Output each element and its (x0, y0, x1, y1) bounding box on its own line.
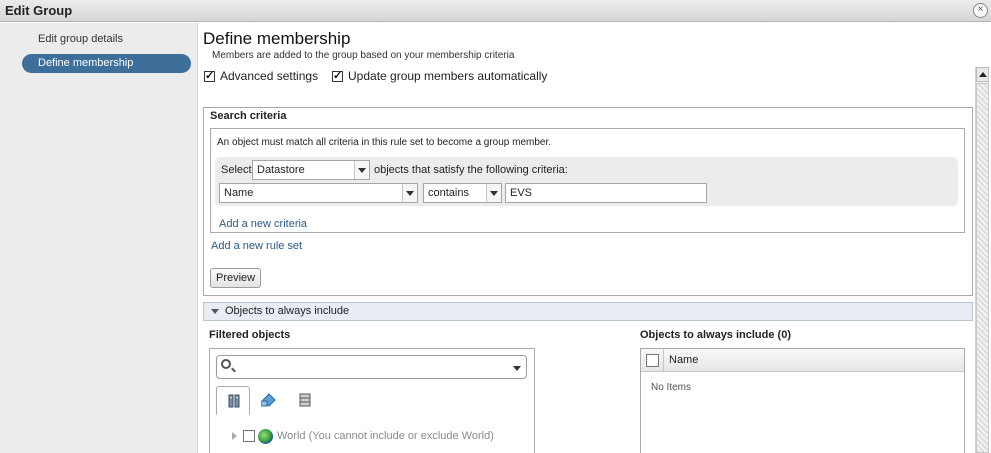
advanced-settings-checkbox[interactable] (204, 69, 215, 82)
collapse-icon[interactable] (211, 309, 219, 314)
network-icon (261, 393, 276, 407)
host-icon (228, 394, 240, 408)
criteria-field-value: Name (224, 187, 254, 199)
criteria-operator-select[interactable]: contains (423, 183, 502, 203)
preview-button[interactable]: Preview (210, 268, 262, 288)
close-icon[interactable]: × (973, 3, 988, 18)
vertical-scrollbar[interactable] (975, 67, 989, 453)
chevron-down-icon[interactable] (402, 184, 417, 202)
main-content: Define membership Members are added to t… (198, 23, 991, 453)
advanced-settings-label: Advanced settings (220, 69, 319, 83)
filtered-objects-box: World (You cannot include or exclude Wor… (209, 348, 535, 453)
always-include-grid: Name No Items (640, 348, 965, 453)
column-divider (663, 349, 664, 372)
filtered-objects-title: Filtered objects (209, 329, 291, 341)
always-include-title: Objects to always include (0) (640, 329, 791, 341)
chevron-down-icon[interactable] (486, 184, 501, 202)
scroll-thumb[interactable] (976, 83, 989, 453)
select-all-checkbox[interactable] (646, 354, 659, 367)
criteria-operator-value: contains (428, 187, 469, 199)
tab-hosts[interactable] (216, 386, 250, 415)
object-type-value: Datastore (257, 164, 305, 176)
sidebar: Edit group details Define membership (0, 23, 198, 453)
tree-item-checkbox[interactable] (243, 430, 255, 442)
criteria-field-select[interactable]: Name (219, 183, 418, 203)
objects-section-header[interactable]: Objects to always include (203, 302, 973, 321)
grid-header: Name (641, 349, 964, 372)
update-automatically-label: Update group members automatically (348, 69, 548, 83)
datastore-icon (299, 393, 311, 407)
page-subtitle: Members are added to the group based on … (212, 50, 515, 61)
objects-section-title: Objects to always include (225, 305, 350, 317)
rule-set-description: An object must match all criteria in thi… (217, 137, 552, 148)
rule-set-box: An object must match all criteria in thi… (210, 128, 965, 233)
tree-item-world[interactable]: World (You cannot include or exclude Wor… (232, 428, 494, 444)
page-title: Define membership (203, 29, 351, 48)
criteria-row: Select Datastore objects that satisfy th… (215, 157, 958, 206)
update-automatically-checkbox-row[interactable]: Update group members automatically (332, 69, 547, 83)
sidebar-item-define-membership[interactable]: Define membership (22, 54, 191, 73)
tab-networks[interactable] (252, 386, 286, 415)
tree-item-label: World (You cannot include or exclude Wor… (277, 430, 494, 442)
object-type-select[interactable]: Datastore (252, 160, 370, 180)
tab-datastores[interactable] (288, 386, 322, 415)
name-column-header[interactable]: Name (669, 354, 698, 366)
globe-icon (258, 428, 273, 444)
select-label: Select (221, 164, 252, 176)
search-icon (221, 359, 231, 369)
add-criteria-link[interactable]: Add a new criteria (219, 218, 307, 230)
expand-icon[interactable] (232, 432, 237, 440)
search-input[interactable] (216, 355, 527, 379)
add-rule-set-link[interactable]: Add a new rule set (211, 240, 302, 252)
criteria-value-input[interactable]: EVS (505, 183, 707, 203)
chevron-down-icon[interactable] (513, 366, 521, 371)
update-automatically-checkbox[interactable] (332, 69, 343, 82)
chevron-down-icon[interactable] (354, 161, 369, 179)
scroll-up-icon[interactable] (976, 67, 989, 82)
search-criteria-title: Search criteria (210, 110, 287, 122)
search-criteria-panel: Search criteria An object must match all… (203, 107, 973, 296)
window-title-bar: Edit Group × (0, 0, 991, 22)
window-title: Edit Group (5, 3, 73, 18)
empty-state-text: No Items (651, 382, 692, 393)
advanced-settings-checkbox-row[interactable]: Advanced settings (204, 69, 318, 83)
objects-criteria-label: objects that satisfy the following crite… (374, 164, 568, 176)
sidebar-item-edit-group-details[interactable]: Edit group details (22, 30, 191, 49)
